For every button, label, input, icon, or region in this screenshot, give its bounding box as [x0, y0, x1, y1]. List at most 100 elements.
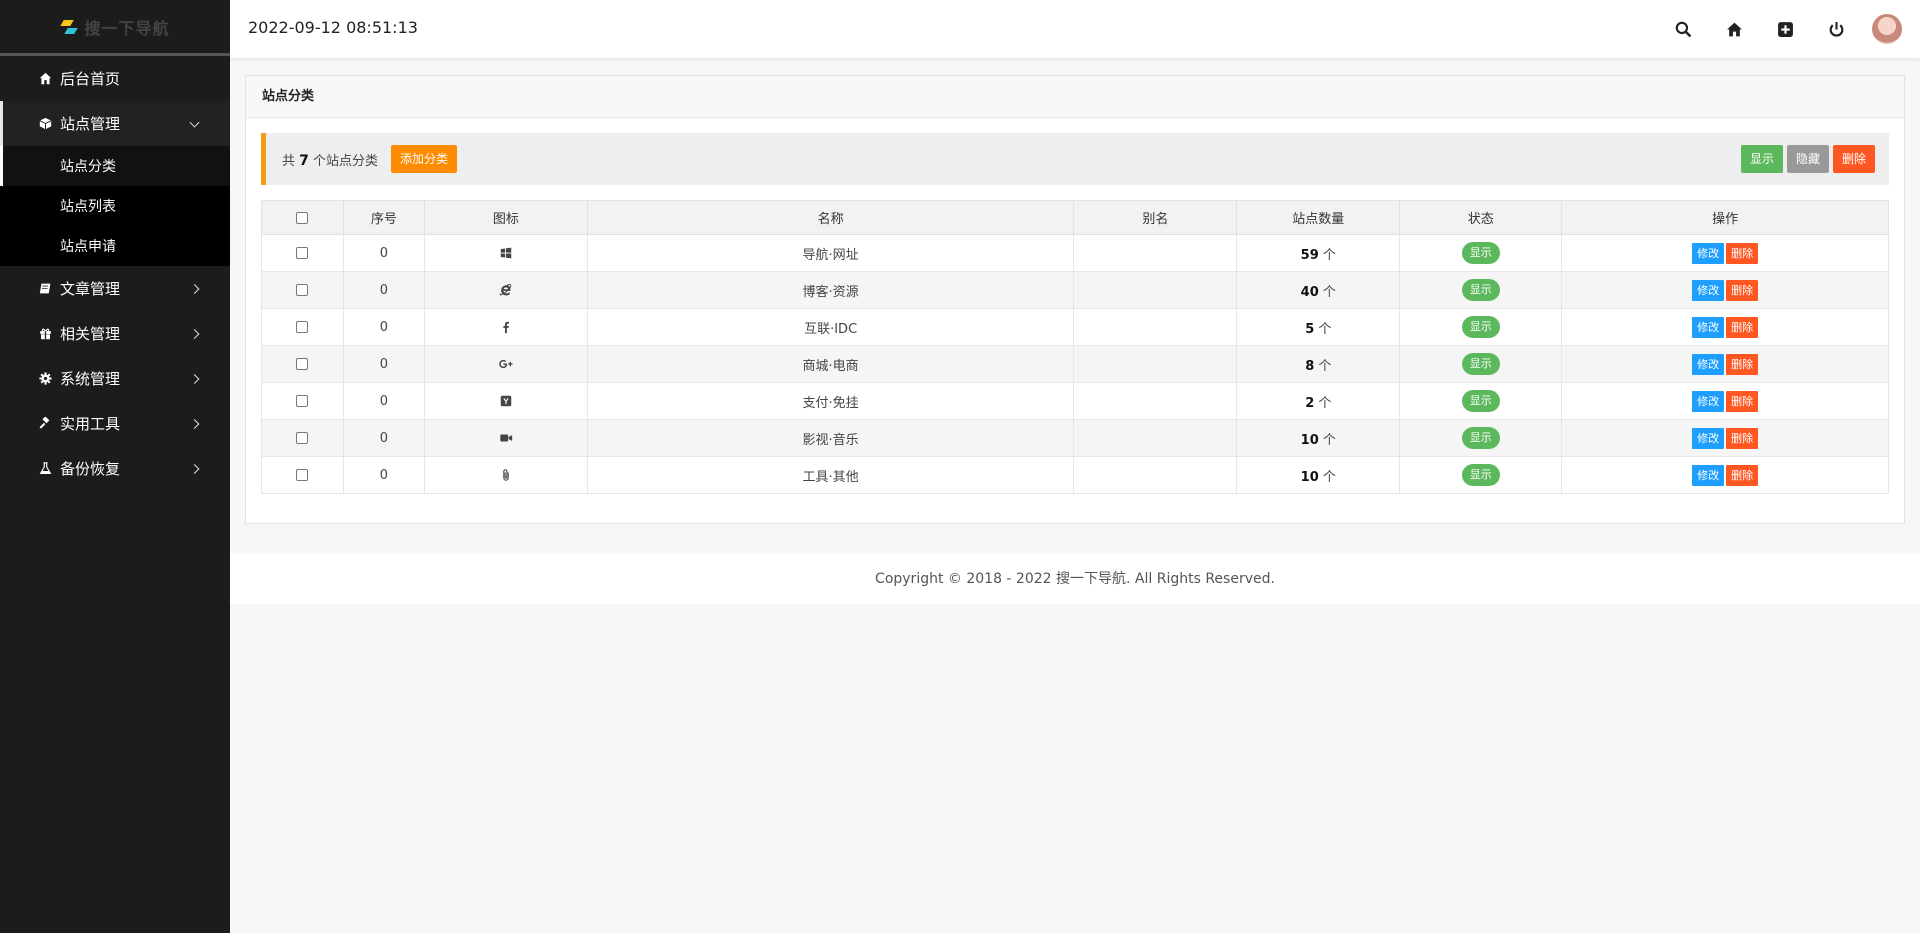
row-order: 0	[342, 271, 425, 309]
gift-icon	[38, 327, 52, 341]
row-checkbox[interactable]	[296, 469, 309, 481]
bulk-show-button[interactable]: 显示	[1740, 145, 1783, 173]
row-checkbox[interactable]	[296, 284, 309, 296]
delete-button[interactable]: 删除	[1726, 427, 1759, 449]
sidebar-item-site-management[interactable]: 站点管理	[0, 101, 230, 146]
row-site-count: 59 个	[1236, 234, 1401, 272]
bulk-delete-button[interactable]: 删除	[1832, 145, 1875, 173]
row-order: 0	[342, 456, 425, 494]
edit-button[interactable]: 修改	[1692, 353, 1725, 375]
sidebar-item-system-management[interactable]: 系统管理	[0, 356, 230, 401]
row-name: 支付·免挂	[586, 382, 1075, 420]
logout-button[interactable]	[1811, 0, 1862, 58]
row-name: 工具·其他	[586, 456, 1075, 494]
avatar[interactable]	[1872, 14, 1902, 44]
sidebar-menu: 后台首页 站点管理 站点分类 站点列表 站点申请 文章管理 相关管理 系统管理 …	[0, 56, 230, 491]
sidebar-item-label: 相关管理	[60, 325, 121, 343]
category-table: 序号 图标 名称 别名 站点数量 状态 操作 0 导航·网址 59 个 显示 修…	[261, 200, 1889, 494]
column-header: 名称	[586, 200, 1075, 235]
paperclip-icon	[503, 469, 509, 481]
status-badge[interactable]: 显示	[1461, 464, 1500, 486]
edit-button[interactable]: 修改	[1692, 242, 1725, 264]
table-row: 0 商城·电商 8 个 显示 修改 删除	[261, 345, 1889, 383]
delete-button[interactable]: 删除	[1726, 353, 1759, 375]
home-icon	[1727, 22, 1742, 36]
table-row: 0 影视·音乐 10 个 显示 修改 删除	[261, 419, 1889, 457]
logo[interactable]: 搜一下导航	[0, 0, 230, 56]
video-camera-icon	[500, 434, 512, 442]
edit-button[interactable]: 修改	[1692, 316, 1725, 338]
row-checkbox[interactable]	[296, 432, 309, 444]
table-row: 0 博客·资源 40 个 显示 修改 删除	[261, 271, 1889, 309]
delete-button[interactable]: 删除	[1726, 316, 1759, 338]
row-checkbox[interactable]	[296, 395, 309, 407]
delete-button[interactable]: 删除	[1726, 242, 1759, 264]
sidebar-item-home[interactable]: 后台首页	[0, 56, 230, 101]
row-checkbox[interactable]	[296, 247, 309, 259]
status-badge[interactable]: 显示	[1461, 353, 1500, 375]
column-header: 别名	[1073, 200, 1238, 235]
column-header: 站点数量	[1236, 200, 1401, 235]
search-button[interactable]	[1658, 0, 1709, 58]
logo-icon	[60, 18, 79, 36]
status-badge[interactable]: 显示	[1461, 427, 1500, 449]
row-checkbox[interactable]	[296, 321, 309, 333]
sidebar-subitem-site-list[interactable]: 站点列表	[0, 186, 230, 226]
table-row: 0 工具·其他 10 个 显示 修改 删除	[261, 456, 1889, 494]
row-alias	[1073, 456, 1238, 494]
edit-button[interactable]: 修改	[1692, 279, 1725, 301]
table-header-row: 序号 图标 名称 别名 站点数量 状态 操作	[261, 200, 1889, 235]
row-order: 0	[342, 234, 425, 272]
row-name: 影视·音乐	[586, 419, 1075, 457]
count-suffix: 个站点分类	[313, 154, 379, 169]
select-all-checkbox[interactable]	[296, 211, 309, 224]
chevron-right-icon	[189, 463, 200, 474]
sidebar-item-backup-restore[interactable]: 备份恢复	[0, 446, 230, 491]
search-icon	[1675, 21, 1692, 37]
delete-button[interactable]: 删除	[1726, 279, 1759, 301]
chevron-right-icon	[189, 283, 200, 294]
row-order: 0	[342, 308, 425, 346]
add-button[interactable]	[1760, 0, 1811, 58]
panel-title: 站点分类	[246, 76, 1904, 118]
sidebar-subitem-label: 站点分类	[60, 159, 116, 175]
sidebar-subitem-site-category[interactable]: 站点分类	[0, 146, 230, 186]
status-badge[interactable]: 显示	[1461, 279, 1500, 301]
google-plus-icon	[499, 359, 513, 369]
row-site-count: 10 个	[1236, 419, 1401, 457]
facebook-icon	[503, 321, 509, 334]
bulk-hide-button[interactable]: 隐藏	[1786, 145, 1829, 173]
edit-button[interactable]: 修改	[1692, 427, 1725, 449]
status-badge[interactable]: 显示	[1461, 390, 1500, 412]
delete-button[interactable]: 删除	[1726, 464, 1759, 486]
row-order: 0	[342, 345, 425, 383]
edit-button[interactable]: 修改	[1692, 390, 1725, 412]
sidebar-item-article-management[interactable]: 文章管理	[0, 266, 230, 311]
column-header: 图标	[423, 200, 588, 235]
sidebar-item-related-management[interactable]: 相关管理	[0, 311, 230, 356]
sidebar-submenu: 站点分类 站点列表 站点申请	[0, 146, 230, 266]
chevron-right-icon	[189, 328, 200, 339]
status-badge[interactable]: 显示	[1461, 316, 1500, 338]
gavel-icon	[38, 415, 52, 431]
row-checkbox[interactable]	[296, 358, 309, 370]
sidebar-subitem-label: 站点列表	[60, 199, 116, 215]
internet-explorer-icon	[499, 284, 512, 296]
top-header: 2022-09-12 08:51:13	[230, 0, 1920, 58]
status-badge[interactable]: 显示	[1461, 242, 1500, 264]
row-order: 0	[342, 382, 425, 420]
sidebar-item-tools[interactable]: 实用工具	[0, 401, 230, 446]
chevron-down-icon	[189, 117, 200, 128]
row-name: 导航·网址	[586, 234, 1075, 272]
delete-button[interactable]: 删除	[1726, 390, 1759, 412]
row-alias	[1073, 234, 1238, 272]
table-row: 0 互联·IDC 5 个 显示 修改 删除	[261, 308, 1889, 346]
sidebar-item-label: 系统管理	[60, 370, 121, 388]
edit-button[interactable]: 修改	[1692, 464, 1725, 486]
add-category-button[interactable]: 添加分类	[391, 145, 458, 173]
sidebar-subitem-site-application[interactable]: 站点申请	[0, 226, 230, 266]
row-name: 博客·资源	[586, 271, 1075, 309]
row-site-count: 5 个	[1236, 308, 1401, 346]
row-name: 互联·IDC	[586, 308, 1075, 346]
home-button[interactable]	[1709, 0, 1760, 58]
